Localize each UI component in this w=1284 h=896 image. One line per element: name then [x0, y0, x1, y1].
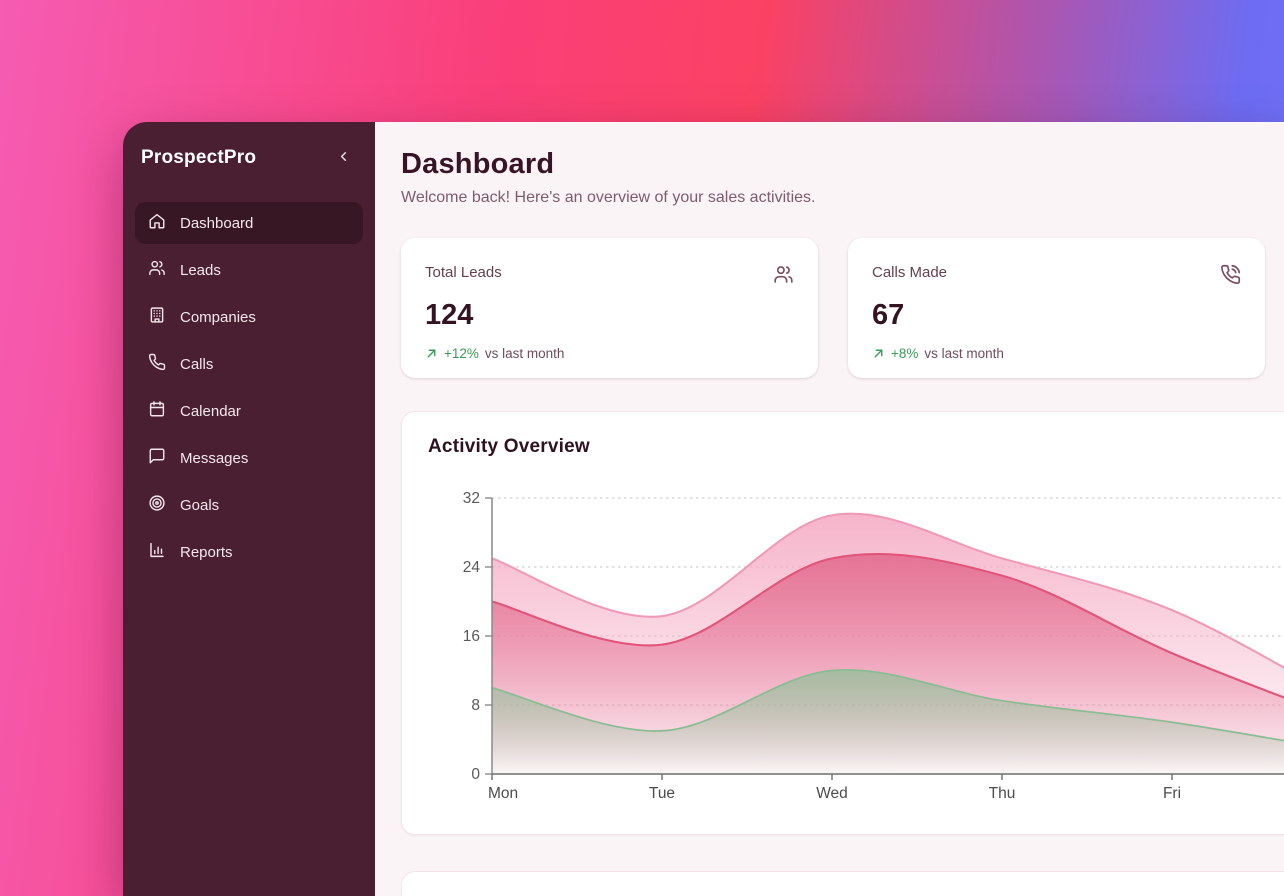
sidebar-item-goals[interactable]: Goals [135, 484, 363, 526]
sidebar-item-label: Calls [180, 356, 213, 373]
sidebar-item-dashboard[interactable]: Dashboard [135, 202, 363, 244]
stat-trend: +8% vs last month [872, 346, 1241, 361]
svg-text:0: 0 [471, 766, 480, 783]
sidebar-item-reports[interactable]: Reports [135, 531, 363, 573]
sidebar-item-label: Messages [180, 450, 248, 467]
sidebar-item-calendar[interactable]: Calendar [135, 390, 363, 432]
stat-card-calls-made: Calls Made 67 +8% vs last month [848, 238, 1265, 378]
svg-text:Mon: Mon [488, 785, 518, 802]
stat-card-total-leads: Total Leads 124 +12% vs last month [401, 238, 818, 378]
svg-text:Tue: Tue [649, 785, 675, 802]
sidebar: ProspectPro Dashboard Leads Companies [123, 122, 375, 896]
sidebar-nav: Dashboard Leads Companies Calls Calendar… [135, 202, 363, 573]
svg-text:Fri: Fri [1163, 785, 1181, 802]
sidebar-item-companies[interactable]: Companies [135, 296, 363, 338]
svg-text:8: 8 [471, 697, 480, 714]
home-icon [148, 212, 166, 234]
app-logo-text: ProspectPro [141, 147, 256, 169]
sidebar-item-label: Companies [180, 309, 256, 326]
sidebar-item-label: Leads [180, 262, 221, 279]
trend-up-right-icon [872, 347, 885, 360]
chart-title: Activity Overview [428, 436, 1284, 458]
svg-text:Thu: Thu [989, 785, 1016, 802]
trend-note: vs last month [924, 346, 1004, 361]
sidebar-item-label: Reports [180, 544, 233, 561]
building-icon [148, 306, 166, 328]
phone-icon [148, 353, 166, 375]
sidebar-item-messages[interactable]: Messages [135, 437, 363, 479]
sidebar-header: ProspectPro [135, 146, 363, 170]
next-section-card [401, 871, 1284, 896]
stat-value: 124 [425, 299, 794, 332]
users-icon [148, 259, 166, 281]
main-content: Dashboard Welcome back! Here's an overvi… [375, 122, 1284, 896]
svg-text:32: 32 [463, 490, 480, 507]
message-icon [148, 447, 166, 469]
activity-overview-card: Activity Overview 0 8 16 24 32 Mon Tue Wed Thu Fr… [401, 411, 1284, 835]
stat-trend: +12% vs last month [425, 346, 794, 361]
bar-chart-icon [148, 541, 166, 563]
target-icon [148, 494, 166, 516]
trend-percent: +12% [444, 346, 479, 361]
sidebar-collapse-button[interactable] [331, 146, 355, 170]
svg-text:Wed: Wed [816, 785, 848, 802]
sidebar-item-calls[interactable]: Calls [135, 343, 363, 385]
phone-call-icon [1220, 264, 1241, 290]
trend-percent: +8% [891, 346, 918, 361]
page-subtitle: Welcome back! Here's an overview of your… [401, 189, 1284, 207]
page-title: Dashboard [401, 148, 1284, 181]
sidebar-item-leads[interactable]: Leads [135, 249, 363, 291]
trend-note: vs last month [485, 346, 565, 361]
app-window: ProspectPro Dashboard Leads Companies [123, 122, 1284, 896]
stats-row: Total Leads 124 +12% vs last month Calls… [401, 238, 1284, 378]
trend-up-right-icon [425, 347, 438, 360]
stat-value: 67 [872, 299, 1241, 332]
calendar-icon [148, 400, 166, 422]
chevron-left-icon [336, 149, 351, 167]
stat-label: Calls Made [872, 264, 947, 281]
users-icon [773, 264, 794, 290]
activity-area-chart: 0 8 16 24 32 Mon Tue Wed Thu Fri [428, 480, 1284, 833]
svg-text:16: 16 [463, 628, 480, 645]
sidebar-item-label: Dashboard [180, 215, 253, 232]
svg-text:24: 24 [463, 559, 481, 576]
sidebar-item-label: Calendar [180, 403, 241, 420]
stat-label: Total Leads [425, 264, 502, 281]
sidebar-item-label: Goals [180, 497, 219, 514]
